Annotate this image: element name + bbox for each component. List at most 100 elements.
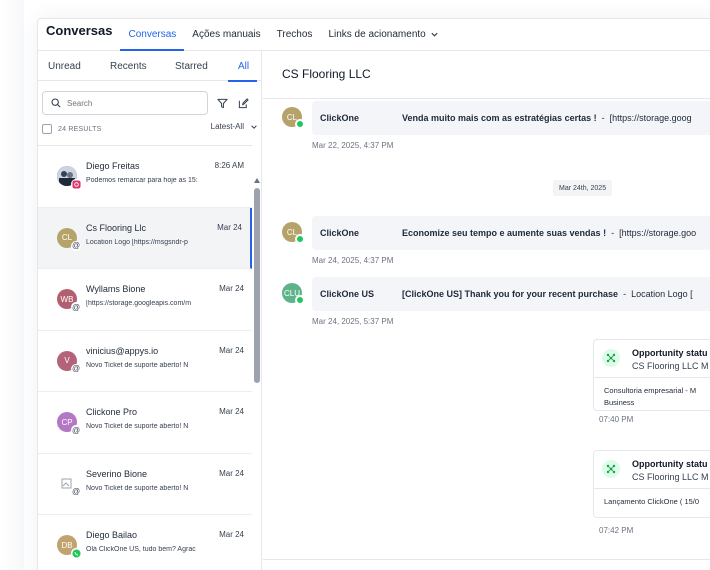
card-body: Lançamento ClickOne ( 15/0 xyxy=(604,497,700,506)
conversation-item[interactable]: Diego Freitas 8:26 AM Podemos remarcar p… xyxy=(38,146,252,208)
conversation-time: Mar 24 xyxy=(219,468,244,478)
conversation-item[interactable]: WB @ Wyllams Bione Mar 24 [https://stora… xyxy=(38,269,252,331)
conversation-preview: Podemos remarcar para hoje as 15: xyxy=(86,177,198,184)
select-all-checkbox[interactable] xyxy=(42,124,52,134)
tab-acoes-manuais[interactable]: Ações manuais xyxy=(184,29,268,50)
message-sender: ClickOne xyxy=(320,113,360,123)
message-bubble[interactable]: ClickOne US [ClickOne US] Thank you for … xyxy=(312,277,710,311)
conversation-item[interactable]: V @ vinicius@appys.io Mar 24 Novo Ticket… xyxy=(38,331,252,392)
message-bubble[interactable]: ClickOne Venda muito mais com as estraté… xyxy=(312,101,710,135)
network-icon xyxy=(606,464,616,474)
chevron-down-icon xyxy=(251,124,257,129)
tab-links-label: Links de acionamento xyxy=(328,29,426,40)
filter-tab-starred[interactable]: Starred xyxy=(175,61,208,72)
status-dot-icon xyxy=(295,119,305,129)
conversation-name: Wyllams Bione xyxy=(86,284,146,294)
page-title: Conversas xyxy=(46,23,113,38)
card-title: Opportunity statu xyxy=(632,459,708,469)
status-dot-icon xyxy=(295,234,305,244)
email-badge: @ xyxy=(71,240,81,251)
background-edge xyxy=(0,0,24,570)
conversation-item[interactable]: @ Severino Bione Mar 24 Novo Ticket de s… xyxy=(38,454,252,515)
conversation-item[interactable]: DB Diego Bailao Mar 24 Olá ClickOne US, … xyxy=(38,515,252,570)
email-badge: @ xyxy=(71,425,81,435)
opportunity-icon xyxy=(602,460,620,478)
sort-label: Latest-All xyxy=(210,122,244,131)
conversation-preview: Olá ClickOne US, tudo bem? Agrac xyxy=(86,546,196,553)
card-time: 07:42 PM xyxy=(599,526,634,535)
top-nav: Conversas Conversas Ações manuais Trecho… xyxy=(38,19,710,51)
conversation-time: Mar 24 xyxy=(219,407,244,416)
chat-messages: CL ClickOne Venda muito mais com as estr… xyxy=(263,99,710,559)
status-dot-icon xyxy=(295,295,305,305)
scrollbar-thumb[interactable] xyxy=(254,188,260,383)
conversation-preview: [https://storage.googleapis.com/m xyxy=(86,300,192,307)
message-text: [ClickOne US] Thank you for your recent … xyxy=(402,289,693,299)
conversation-item[interactable]: CP @ Clickone Pro Mar 24 Novo Ticket de … xyxy=(38,392,252,454)
search-input[interactable] xyxy=(67,98,197,108)
conversation-time: Mar 24 xyxy=(219,345,244,355)
opportunity-card[interactable]: Opportunity statu CS Flooring LLC M Lanç… xyxy=(593,450,710,518)
conversation-list-scrollbar[interactable] xyxy=(253,178,261,570)
conversation-name: Diego Bailao xyxy=(86,530,138,540)
filter-tab-unread[interactable]: Unread xyxy=(48,61,81,72)
message-sender: ClickOne xyxy=(320,228,360,238)
message-snippet: [https://storage.goog xyxy=(609,113,692,123)
instagram-icon xyxy=(71,179,81,189)
app-window: Conversas Conversas Ações manuais Trecho… xyxy=(0,0,710,570)
card-time: 07:40 PM xyxy=(599,415,634,424)
filter-button[interactable] xyxy=(214,95,230,111)
conversation-name: Severino Bione xyxy=(86,468,148,479)
scroll-up-arrow-icon[interactable] xyxy=(254,178,260,183)
message-time: Mar 24, 2025, 5:37 PM xyxy=(312,317,394,326)
sort-select[interactable]: Latest-All xyxy=(211,122,258,131)
whatsapp-icon xyxy=(71,548,81,558)
network-icon xyxy=(606,353,616,363)
opportunity-card[interactable]: Opportunity statu CS Flooring LLC M Cons… xyxy=(593,339,710,411)
conversation-preview: Novo Ticket de suporte aberto! N xyxy=(86,484,189,492)
message-subject: Venda muito mais com as estratégias cert… xyxy=(402,113,597,123)
message-snippet: [https://storage.goo xyxy=(619,228,697,238)
edit-icon xyxy=(238,97,249,108)
message-sender: ClickOne US xyxy=(320,289,375,299)
chat-title: CS Flooring LLC xyxy=(282,67,371,81)
conversation-name: Clickone Pro xyxy=(86,407,138,417)
date-divider: Mar 24th, 2025 xyxy=(553,180,613,196)
instagram-badge xyxy=(71,179,81,189)
tab-links-de-acionamento[interactable]: Links de acionamento xyxy=(320,29,446,50)
conversations-frame: Conversas Conversas Ações manuais Trecho… xyxy=(37,18,710,570)
tab-trechos[interactable]: Trechos xyxy=(269,29,321,50)
message-text: Venda muito mais com as estratégias cert… xyxy=(402,113,692,123)
whatsapp-badge xyxy=(71,548,81,558)
card-subtitle: CS Flooring LLC M xyxy=(632,472,709,482)
conversation-time: Mar 24 xyxy=(219,284,244,293)
email-badge: @ xyxy=(71,302,81,312)
opportunity-icon xyxy=(602,349,620,367)
chevron-down-icon xyxy=(431,32,438,37)
tab-conversas[interactable]: Conversas xyxy=(120,29,185,51)
card-divider xyxy=(594,488,710,489)
compose-button[interactable] xyxy=(235,95,251,111)
filter-icon xyxy=(216,98,228,108)
filter-tab-recents[interactable]: Recents xyxy=(110,61,147,72)
search-row xyxy=(42,91,260,115)
message-bubble[interactable]: ClickOne Economize seu tempo e aumente s… xyxy=(312,216,710,250)
message-subject: Economize seu tempo e aumente suas venda… xyxy=(402,228,607,238)
results-count: 24 RESULTS xyxy=(58,125,102,133)
filter-tab-all[interactable]: All xyxy=(227,61,258,82)
conversation-list: Diego Freitas 8:26 AM Podemos remarcar p… xyxy=(38,145,252,570)
conversation-item-active[interactable]: CL @ Cs Flooring Llc Mar 24 Location Log… xyxy=(38,207,252,269)
chat-footer xyxy=(263,559,710,570)
conversation-name: Cs Flooring Llc xyxy=(86,222,147,233)
message-subject: [ClickOne US] Thank you for your recent … xyxy=(402,289,619,299)
card-title: Opportunity statu xyxy=(632,348,708,358)
conversation-sidebar: Unread Recents Starred All 24 R xyxy=(38,51,262,570)
results-row: 24 RESULTS Latest-All xyxy=(42,121,260,137)
search-icon xyxy=(51,98,61,108)
conversation-name: Diego Freitas xyxy=(86,161,140,171)
card-subtitle: CS Flooring LLC M xyxy=(632,361,709,371)
chat-header: CS Flooring LLC xyxy=(263,51,710,99)
conversation-name: vinicius@appys.io xyxy=(86,345,159,356)
search-box[interactable] xyxy=(42,91,208,115)
conversation-time: Mar 24 xyxy=(217,222,242,232)
